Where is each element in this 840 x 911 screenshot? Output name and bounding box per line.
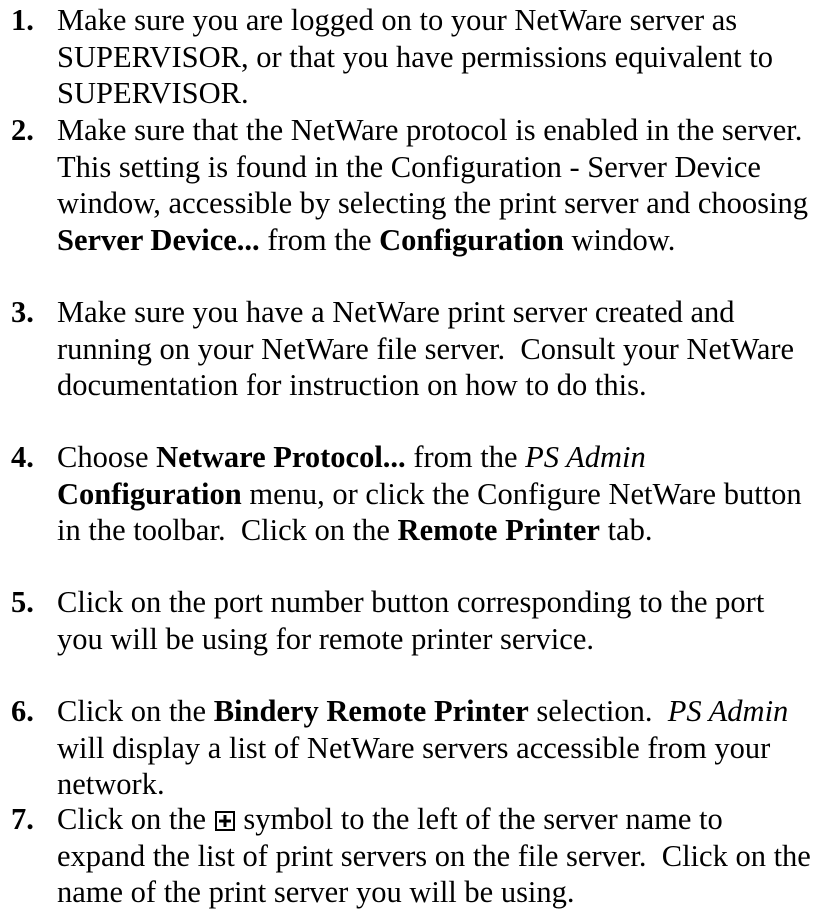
bold-term: Netware Protocol...	[156, 440, 406, 474]
bold-term: Bindery Remote Printer	[213, 694, 529, 728]
text-run: expand the list of print servers on the …	[57, 838, 811, 873]
step-number: 1.	[11, 3, 34, 37]
italic-term: PS Admin	[525, 440, 646, 474]
text-run: SUPERVISOR, or that you have permissions…	[57, 39, 773, 74]
text-run: SUPERVISOR.	[57, 76, 249, 110]
text-run: Make sure you have a NetWare print serve…	[57, 295, 735, 329]
bold-term: Configuration	[379, 222, 564, 257]
text-run: will display a list of NetWare servers a…	[57, 730, 771, 765]
text-run: name of the print server you will be usi…	[57, 875, 575, 909]
step-text-line: Click on the Bindery Remote Printer sele…	[57, 693, 788, 730]
text-run: from the	[259, 222, 380, 257]
step-text-line: SUPERVISOR.	[57, 75, 249, 112]
text-run: Make sure that the NetWare protocol is e…	[57, 113, 803, 147]
step-text-line: Make sure you have a NetWare print serve…	[57, 294, 735, 331]
step-number: 2.	[11, 113, 34, 147]
step-text-line: Click on the symbol to the left of the s…	[57, 801, 723, 838]
italic-term: PS Admin	[667, 694, 789, 728]
text-run: Choose	[57, 440, 157, 474]
step-number: 6.	[11, 694, 34, 728]
step-text-line: expand the list of print servers on the …	[57, 838, 811, 875]
step-text-line: Click on the port number button correspo…	[57, 584, 764, 621]
bold-term: Server Device...	[57, 222, 260, 257]
text-run: This setting is found in the Configurati…	[57, 149, 761, 184]
step-text-line: SUPERVISOR, or that you have permissions…	[57, 39, 773, 76]
bold-term: Configuration	[57, 476, 242, 511]
expand-plus-icon	[214, 811, 235, 831]
text-run: symbol to the left of the server name to	[235, 802, 723, 836]
text-run: network.	[57, 767, 165, 801]
step-text-line: will display a list of NetWare servers a…	[57, 730, 770, 767]
step-number: 5.	[11, 585, 34, 619]
text-run: Make sure you are logged on to your NetW…	[57, 3, 738, 37]
text-run: documentation for instruction on how to …	[57, 368, 647, 402]
step-text-line: running on your NetWare file server. Con…	[57, 331, 794, 368]
step-text-line: name of the print server you will be usi…	[57, 874, 575, 911]
step-text-line: Server Device... from the Configuration …	[57, 222, 675, 259]
text-run: selection.	[528, 694, 668, 728]
step-text-line: in the toolbar. Click on the Remote Prin…	[57, 512, 652, 549]
step-text-line: window, accessible by selecting the prin…	[57, 185, 808, 222]
step-text-line: Choose Netware Protocol... from the PS A…	[57, 439, 646, 476]
step-text-line: Make sure that the NetWare protocol is e…	[57, 112, 802, 149]
step-text-line: This setting is found in the Configurati…	[57, 149, 761, 186]
step-number: 3.	[11, 295, 34, 329]
step-text-line: Make sure you are logged on to your NetW…	[57, 2, 737, 39]
text-run: you will be using for remote printer ser…	[57, 621, 594, 656]
text-run: window, accessible by selecting the prin…	[57, 186, 808, 220]
text-run: Click on the	[57, 694, 214, 728]
step-text-line: network.	[57, 766, 165, 803]
step-text-line: documentation for instruction on how to …	[57, 367, 647, 404]
text-run: in the toolbar. Click on the	[57, 513, 398, 547]
step-text-line: you will be using for remote printer ser…	[57, 621, 594, 658]
text-run: menu, or click the Configure NetWare but…	[241, 476, 802, 511]
text-run: from the	[405, 440, 526, 474]
bold-term: Remote Printer	[397, 513, 600, 547]
step-text-line: Configuration menu, or click the Configu…	[57, 476, 802, 513]
text-run: tab.	[599, 513, 653, 547]
step-number: 7.	[11, 802, 34, 836]
step-number: 4.	[11, 440, 34, 474]
text-run: window.	[563, 222, 676, 257]
text-run: running on your NetWare file server. Con…	[57, 331, 795, 366]
text-run: Click on the	[57, 802, 214, 836]
text-run: Click on the port number button correspo…	[57, 585, 765, 619]
